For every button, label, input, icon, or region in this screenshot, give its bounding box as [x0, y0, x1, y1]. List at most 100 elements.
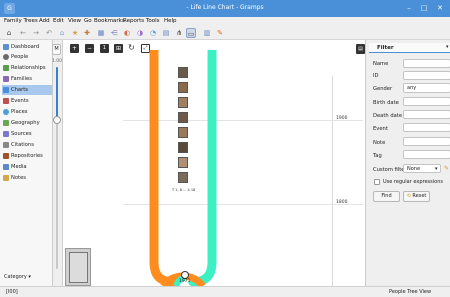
maximize-button[interactable]: □ — [418, 3, 430, 14]
sidebar-item-citations[interactable]: Citations — [2, 140, 52, 150]
menu-edit[interactable]: Edit — [53, 18, 64, 24]
menu-add[interactable]: Add — [39, 18, 50, 24]
sidebar-item-events[interactable]: Events — [2, 96, 52, 106]
life-line-chart-icon[interactable]: ▭ — [186, 28, 196, 38]
id-field[interactable] — [403, 71, 450, 80]
orange-life-line[interactable] — [149, 50, 179, 286]
menu-help[interactable]: Help — [164, 18, 177, 24]
sidebar-item-families[interactable]: Families — [2, 74, 52, 84]
event-label: Event — [373, 126, 388, 132]
filter-sidebar: Filter ▾ Name ID Gender any Birth date D… — [365, 40, 450, 286]
config-view-icon[interactable]: ▥ — [202, 28, 212, 38]
sources-icon — [3, 131, 9, 137]
dashboard-icon — [3, 44, 9, 50]
menu-view[interactable]: View — [68, 18, 81, 24]
back-icon[interactable]: ← — [18, 28, 28, 38]
sidebar-item-geography[interactable]: Geography — [2, 118, 52, 128]
zoom-mode-button[interactable]: M — [52, 44, 61, 55]
fan-chart-icon[interactable]: ◐ — [122, 28, 132, 38]
reset-button[interactable]: ⟲ Reset — [403, 191, 430, 202]
sidebar-item-notes[interactable]: Notes — [2, 173, 52, 183]
forward-icon[interactable]: → — [31, 28, 41, 38]
relationship-view-icon[interactable]: ⋲ — [109, 28, 119, 38]
family-tree-icon[interactable]: ⌂ — [4, 28, 14, 38]
person-photo[interactable] — [178, 157, 188, 168]
sidebar-item-charts[interactable]: Charts — [2, 85, 52, 95]
person-photo[interactable] — [178, 127, 188, 138]
name-label: Name — [373, 61, 389, 67]
sidebar-item-people[interactable]: People — [2, 52, 52, 62]
tag-label: Tag — [373, 153, 382, 159]
sidebar-item-places[interactable]: Places — [2, 107, 52, 117]
person-photo[interactable] — [178, 82, 188, 93]
person-photo[interactable] — [178, 142, 188, 153]
death-date-field[interactable] — [403, 110, 450, 119]
sidebar-item-relationships[interactable]: Relationships — [2, 63, 52, 73]
gender-select[interactable]: any — [403, 83, 450, 93]
menu-go[interactable]: Go — [84, 18, 92, 24]
teal-life-line[interactable] — [187, 50, 217, 286]
marriage-node[interactable] — [181, 271, 189, 279]
death-date-label: Death date — [373, 113, 403, 119]
note-label: Note — [373, 140, 386, 146]
zoom-slider-fill — [56, 67, 58, 119]
events-icon — [3, 98, 9, 104]
custom-filter-select[interactable]: None ▾ — [403, 164, 441, 173]
add-icon[interactable]: ✚ — [82, 28, 92, 38]
name-field[interactable] — [403, 59, 450, 68]
reset-icon: ⟲ — [406, 193, 411, 199]
toolbar: ⌂ ← → ↶ ⌂ ★ ✚ ▦ ⋲ ◐ ◑ ◔ ▤ ⋔ ▭ ▥ ✎ — [0, 26, 450, 40]
families-icon — [3, 76, 9, 82]
id-label: ID — [373, 73, 379, 79]
menu-reports[interactable]: Reports — [123, 18, 144, 24]
timeline-icon[interactable]: ⋔ — [174, 28, 184, 38]
sidebar-item-media[interactable]: Media — [2, 162, 52, 172]
custom-filter-label: Custom filter — [373, 167, 407, 173]
menu-bookmarks[interactable]: Bookmarks — [94, 18, 125, 24]
person-photo[interactable] — [178, 67, 188, 78]
event-select[interactable] — [403, 123, 450, 132]
gender-label: Gender — [373, 86, 393, 92]
menu-tools[interactable]: Tools — [146, 18, 160, 24]
sidebar-item-dashboard[interactable]: Dashboard — [2, 42, 52, 52]
birth-date-label: Birth date — [373, 100, 399, 106]
filter-tab[interactable]: Filter ▾ — [369, 43, 450, 53]
close-button[interactable]: ✕ — [434, 3, 446, 14]
birth-date-field[interactable] — [403, 97, 450, 106]
person-photo[interactable] — [178, 97, 188, 108]
edit-filter-icon[interactable]: ✎ — [444, 165, 449, 172]
sidebar-item-repositories[interactable]: Repositories — [2, 151, 52, 161]
zoom-slider-handle[interactable] — [53, 116, 61, 124]
navigator-sidebar: Dashboard People Relationships Families … — [0, 40, 53, 286]
sidebar-item-sources[interactable]: Sources — [2, 129, 52, 139]
tag-select[interactable] — [403, 150, 450, 159]
tools-icon[interactable]: ✎ — [215, 28, 225, 38]
minimize-button[interactable]: – — [403, 3, 415, 14]
find-button[interactable]: Find — [373, 191, 400, 202]
geography-icon — [3, 120, 9, 126]
bookmark-icon[interactable]: ★ — [70, 28, 80, 38]
marriage-year-label: 1971 — [179, 279, 191, 284]
charts-icon — [3, 87, 9, 93]
category-selector[interactable]: Category ▾ — [4, 274, 31, 280]
menu-family-trees[interactable]: Family Trees — [4, 18, 38, 24]
pedigree-view-icon[interactable]: ▦ — [96, 28, 106, 38]
title-bar: G - Life Line Chart - Gramps – □ ✕ — [0, 0, 450, 17]
chevron-down-icon[interactable]: ▾ — [446, 44, 449, 50]
home-icon[interactable]: ⌂ — [57, 28, 67, 38]
quilt-view-icon[interactable]: ▤ — [161, 28, 171, 38]
person-photo[interactable] — [178, 172, 188, 183]
people-icon — [3, 54, 9, 60]
zoom-slider-track[interactable] — [56, 119, 58, 269]
descendant-fan-icon[interactable]: ◑ — [135, 28, 145, 38]
regex-checkbox[interactable] — [374, 179, 380, 185]
statistics-icon[interactable]: ◔ — [148, 28, 158, 38]
chevron-down-icon: ▾ — [435, 166, 438, 172]
minimap-viewport[interactable] — [69, 252, 88, 283]
person-photo[interactable] — [178, 112, 188, 123]
minimap[interactable] — [65, 248, 91, 286]
note-field[interactable] — [403, 137, 450, 146]
undo-icon[interactable]: ↶ — [44, 28, 54, 38]
life-line-chart-view[interactable]: + − 1 ⊞ ↻ ⤢ ▤ 1900 1800 1971 T 1, 8 ... … — [62, 40, 365, 286]
relationships-icon — [3, 65, 9, 71]
